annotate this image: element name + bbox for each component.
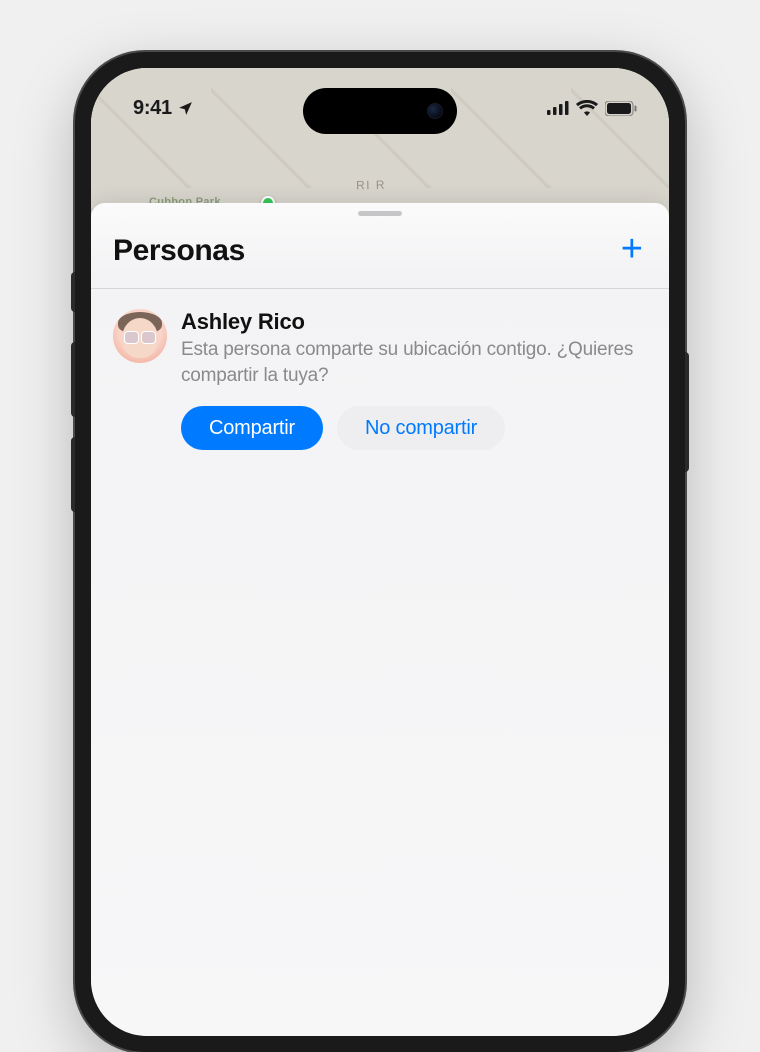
- avatar-glasses-icon: [124, 331, 156, 341]
- front-camera-icon: [427, 103, 443, 119]
- status-left: 9:41: [133, 97, 194, 120]
- avatar: [113, 309, 167, 363]
- screen: Cubbon Park RI R 9:41: [91, 68, 669, 1036]
- wifi-icon: [576, 100, 598, 116]
- people-sheet: Personas + Ashley Rico Esta persona comp…: [91, 203, 669, 1036]
- plus-icon: +: [621, 228, 643, 270]
- sheet-title: Personas: [113, 234, 245, 268]
- sheet-header: Personas +: [91, 216, 669, 289]
- person-row[interactable]: Ashley Rico Esta persona comparte su ubi…: [91, 289, 669, 388]
- phone-frame: Cubbon Park RI R 9:41: [75, 52, 685, 1052]
- person-name: Ashley Rico: [181, 309, 647, 335]
- status-time: 9:41: [133, 97, 172, 120]
- add-person-button[interactable]: +: [617, 230, 647, 272]
- share-button[interactable]: Compartir: [181, 406, 323, 450]
- person-subtitle: Esta persona comparte su ubicación conti…: [181, 337, 647, 388]
- cellular-icon: [547, 101, 569, 115]
- dont-share-button[interactable]: No compartir: [337, 406, 505, 450]
- location-arrow-icon: [177, 100, 194, 117]
- person-text: Ashley Rico Esta persona comparte su ubi…: [181, 309, 647, 388]
- status-right: [547, 100, 637, 116]
- side-button: [685, 352, 689, 472]
- share-buttons-row: Compartir No compartir: [91, 388, 669, 450]
- map-road-label: RI R: [356, 178, 386, 193]
- dynamic-island: [303, 88, 457, 134]
- battery-icon: [605, 101, 637, 116]
